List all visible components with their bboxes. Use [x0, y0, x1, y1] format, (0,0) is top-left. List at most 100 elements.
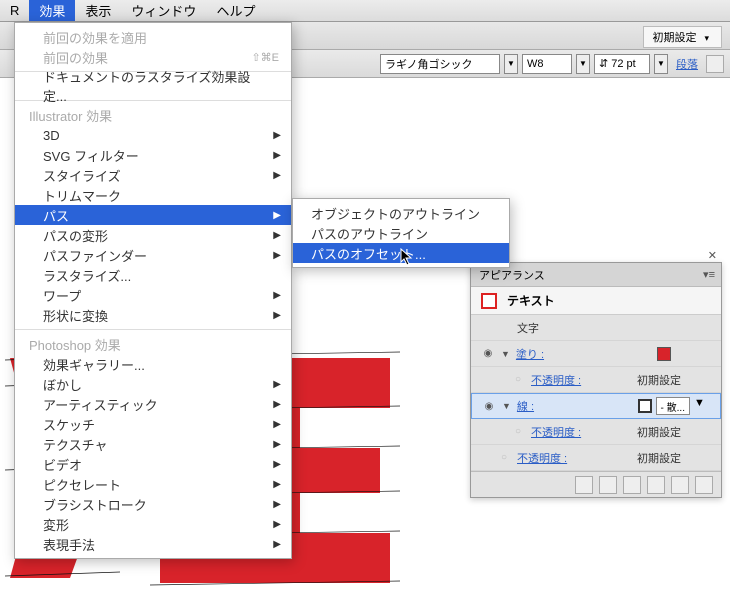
font-size-stepper-icon: ⇵: [599, 57, 608, 70]
submenu-item-1[interactable]: パスのアウトライン: [293, 223, 509, 243]
text-options-icon[interactable]: [706, 55, 724, 73]
new-fill-button[interactable]: [575, 476, 593, 494]
menu-ai-item-7[interactable]: ラスタライズ...: [15, 265, 291, 285]
opacity-value: 初期設定: [637, 424, 681, 440]
submenu-arrow-icon: ▶: [273, 439, 281, 450]
preset-dropdown[interactable]: 初期設定: [643, 26, 722, 48]
font-family-field[interactable]: ラギノ角ゴシック: [380, 54, 500, 74]
opacity-value: 初期設定: [637, 372, 681, 388]
characters-label: 文字: [517, 320, 539, 336]
menu-ai-item-2[interactable]: スタイライズ▶: [15, 165, 291, 185]
new-stroke-button[interactable]: [599, 476, 617, 494]
effect-menu: 前回の効果を適用 前回の効果 ⇧⌘E ドキュメントのラスタライズ効果設定... …: [14, 22, 292, 559]
appearance-row-fill-opacity[interactable]: 不透明度 : 初期設定: [471, 367, 721, 393]
menu-ai-item-9[interactable]: 形状に変換▶: [15, 305, 291, 325]
opacity-value: 初期設定: [637, 450, 681, 466]
menu-shortcut: ⇧⌘E: [251, 51, 279, 64]
disclosure-icon[interactable]: ▼: [501, 349, 510, 359]
menu-last-effect: 前回の効果 ⇧⌘E: [15, 47, 291, 67]
menubar: R 効果 表示 ウィンドウ ヘルプ: [0, 0, 730, 22]
appearance-panel-footer: [471, 471, 721, 497]
stroke-label[interactable]: 線 :: [517, 398, 534, 414]
menu-item-help[interactable]: ヘルプ: [206, 0, 265, 21]
submenu-arrow-icon: ▶: [273, 250, 281, 261]
appearance-row-fill[interactable]: ▼ 塗り :: [471, 341, 721, 367]
font-weight-dd[interactable]: ▼: [576, 54, 590, 74]
menu-ps-item-3[interactable]: スケッチ▶: [15, 414, 291, 434]
font-size-field[interactable]: ⇵ 72 pt: [594, 54, 650, 74]
stroke-swatch[interactable]: [638, 399, 652, 413]
opacity-label[interactable]: 不透明度 :: [531, 424, 581, 440]
menu-ai-item-1[interactable]: SVG フィルター▶: [15, 145, 291, 165]
visibility-icon[interactable]: [497, 451, 511, 465]
submenu-arrow-icon: ▶: [273, 399, 281, 410]
appearance-panel: ✕ アピアランス ▾≡ テキスト 文字 ▼ 塗り : 不透明度 : 初期設定 ▼…: [470, 262, 722, 498]
menu-last-effect-label: 前回の効果: [43, 48, 108, 67]
appearance-header: テキスト: [471, 287, 721, 315]
font-weight-field[interactable]: W8: [522, 54, 572, 74]
appearance-row-characters[interactable]: 文字: [471, 315, 721, 341]
menu-section-photoshop: Photoshop 効果: [15, 334, 291, 354]
submenu-arrow-icon: ▶: [273, 459, 281, 470]
menu-ps-item-1[interactable]: ぼかし▶: [15, 374, 291, 394]
submenu-arrow-icon: ▶: [273, 230, 281, 241]
appearance-row-stroke-opacity[interactable]: 不透明度 : 初期設定: [471, 419, 721, 445]
submenu-item-0[interactable]: オブジェクトのアウトライン: [293, 203, 509, 223]
cursor-icon: [400, 248, 414, 266]
submenu-arrow-icon: ▶: [273, 379, 281, 390]
visibility-icon[interactable]: [511, 425, 525, 439]
trash-button[interactable]: [695, 476, 713, 494]
menu-item-window[interactable]: ウィンドウ: [121, 0, 206, 21]
fill-label[interactable]: 塗り :: [516, 346, 544, 362]
menu-section-illustrator: Illustrator 効果: [15, 105, 291, 125]
clear-button[interactable]: [647, 476, 665, 494]
submenu-arrow-icon: ▶: [273, 419, 281, 430]
disclosure-icon[interactable]: ▼: [502, 401, 511, 411]
panel-menu-icon[interactable]: ▾≡: [703, 268, 715, 281]
menu-item-effect[interactable]: 効果: [29, 0, 75, 21]
paragraph-link[interactable]: 段落: [676, 56, 698, 72]
menu-ps-item-0[interactable]: 効果ギャラリー...: [15, 354, 291, 374]
stroke-profile-picker[interactable]: ▼: [694, 397, 706, 415]
menu-ps-item-6[interactable]: ピクセレート▶: [15, 474, 291, 494]
visibility-icon[interactable]: [481, 347, 495, 361]
opacity-label[interactable]: 不透明度 :: [517, 450, 567, 466]
menu-ai-item-3[interactable]: トリムマーク: [15, 185, 291, 205]
submenu-arrow-icon: ▶: [273, 290, 281, 301]
menu-ps-item-4[interactable]: テクスチャ▶: [15, 434, 291, 454]
fill-swatch[interactable]: [657, 347, 671, 361]
menu-ai-item-5[interactable]: パスの変形▶: [15, 225, 291, 245]
visibility-icon[interactable]: [482, 399, 496, 413]
menu-ai-item-8[interactable]: ワープ▶: [15, 285, 291, 305]
menu-ps-item-2[interactable]: アーティスティック▶: [15, 394, 291, 414]
font-family-dd[interactable]: ▼: [504, 54, 518, 74]
menu-ps-item-7[interactable]: ブラシストローク▶: [15, 494, 291, 514]
visibility-icon[interactable]: [511, 373, 525, 387]
stroke-profile-dd[interactable]: - 散...: [656, 397, 690, 415]
appearance-row-opacity[interactable]: 不透明度 : 初期設定: [471, 445, 721, 471]
submenu-arrow-icon: ▶: [273, 130, 281, 141]
menu-raster-settings[interactable]: ドキュメントのラスタライズ効果設定...: [15, 76, 291, 96]
menu-ps-item-9[interactable]: 表現手法▶: [15, 534, 291, 554]
add-effect-button[interactable]: [623, 476, 641, 494]
opacity-label[interactable]: 不透明度 :: [531, 372, 581, 388]
submenu-arrow-icon: ▶: [273, 499, 281, 510]
menu-ai-item-4[interactable]: パス▶: [15, 205, 291, 225]
font-size-dd[interactable]: ▼: [654, 54, 668, 74]
menu-ps-item-8[interactable]: 変形▶: [15, 514, 291, 534]
menu-item-partial[interactable]: R: [0, 0, 29, 21]
submenu-arrow-icon: ▶: [273, 519, 281, 530]
menu-item-view[interactable]: 表示: [75, 0, 121, 21]
menu-ps-item-5[interactable]: ビデオ▶: [15, 454, 291, 474]
font-size-value: 72 pt: [611, 58, 635, 70]
appearance-object-type: テキスト: [507, 292, 555, 309]
menu-apply-last: 前回の効果を適用: [15, 27, 291, 47]
appearance-row-stroke[interactable]: ▼ 線 : - 散... ▼: [471, 393, 721, 419]
submenu-arrow-icon: ▶: [273, 150, 281, 161]
panel-close-icon[interactable]: ✕: [708, 249, 717, 262]
appearance-swatch-icon: [481, 293, 497, 309]
menu-ai-item-6[interactable]: パスファインダー▶: [15, 245, 291, 265]
menu-ai-item-0[interactable]: 3D▶: [15, 125, 291, 145]
submenu-arrow-icon: ▶: [273, 479, 281, 490]
duplicate-button[interactable]: [671, 476, 689, 494]
